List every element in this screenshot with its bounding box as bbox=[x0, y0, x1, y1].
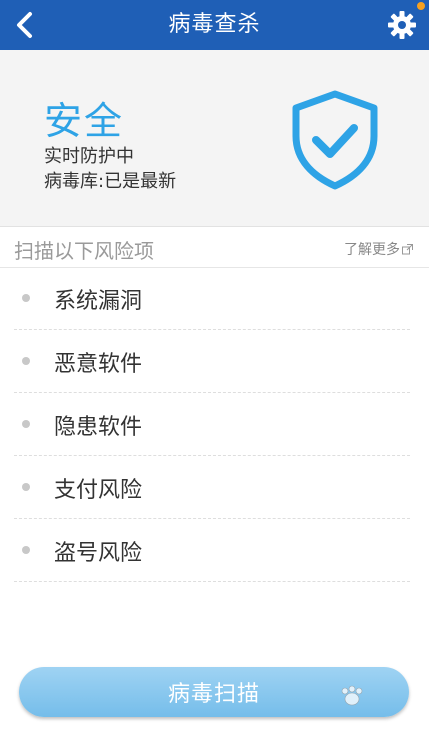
risk-list: 系统漏洞 恶意软件 隐患软件 支付风险 盗号风险 bbox=[14, 267, 410, 582]
risk-label: 隐患软件 bbox=[54, 415, 143, 440]
notification-dot bbox=[417, 2, 425, 10]
virus-database-status: 病毒库:已是最新 bbox=[44, 171, 177, 192]
top-bar: 病毒查杀 bbox=[0, 0, 429, 50]
baidu-jingyan-watermark bbox=[341, 685, 363, 706]
bullet-dot bbox=[22, 483, 30, 491]
protection-status-panel: 安全 实时防护中 病毒库:已是最新 bbox=[0, 50, 429, 227]
bullet-dot bbox=[22, 357, 30, 365]
risk-label: 恶意软件 bbox=[54, 352, 143, 377]
gear-icon bbox=[388, 11, 416, 39]
learn-more-link[interactable]: 了解更多 bbox=[344, 239, 413, 259]
shield-check-icon bbox=[292, 90, 378, 190]
page-title: 病毒查杀 bbox=[168, 12, 261, 37]
bullet-dot bbox=[22, 546, 30, 554]
list-item: 恶意软件 bbox=[14, 330, 410, 393]
status-title: 安全 bbox=[44, 99, 125, 143]
bullet-dot bbox=[22, 294, 30, 302]
bullet-dot bbox=[22, 420, 30, 428]
list-item: 盗号风险 bbox=[14, 519, 410, 582]
settings-button[interactable] bbox=[383, 6, 421, 44]
risk-label: 支付风险 bbox=[54, 478, 143, 503]
section-title: 扫描以下风险项 bbox=[14, 239, 154, 263]
realtime-protection-status: 实时防护中 bbox=[44, 146, 134, 167]
learn-more-label: 了解更多 bbox=[344, 242, 400, 258]
risk-label: 系统漏洞 bbox=[54, 289, 143, 314]
external-link-icon bbox=[402, 243, 413, 254]
risk-label: 盗号风险 bbox=[54, 541, 143, 566]
list-item: 系统漏洞 bbox=[14, 267, 410, 330]
list-item: 支付风险 bbox=[14, 456, 410, 519]
scan-section-header: 扫描以下风险项 了解更多 bbox=[0, 227, 429, 268]
list-item: 隐患软件 bbox=[14, 393, 410, 456]
